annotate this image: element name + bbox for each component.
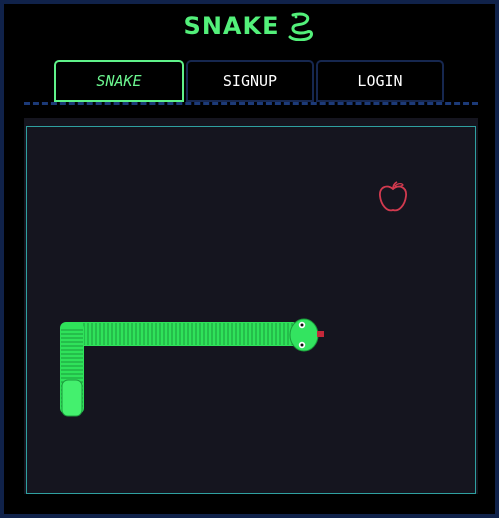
left-gutter	[12, 118, 18, 498]
tab-label: SNAKE	[96, 72, 142, 90]
apple-icon	[379, 181, 407, 212]
snake-body-vertical	[60, 322, 84, 417]
tab-snake[interactable]: SNAKE	[54, 60, 184, 102]
tab-bar: SNAKE SIGNUP LOGIN	[54, 60, 444, 102]
snake-tongue	[317, 331, 324, 337]
header: SNAKE	[0, 8, 499, 44]
app-title: SNAKE	[183, 12, 280, 40]
snake-body-horizontal	[72, 322, 296, 346]
snake	[60, 318, 324, 417]
snake-icon	[288, 12, 314, 41]
tab-login[interactable]: LOGIN	[316, 60, 444, 102]
tab-label: LOGIN	[357, 72, 403, 90]
tab-signup[interactable]: SIGNUP	[186, 60, 314, 102]
tab-label: SIGNUP	[222, 72, 278, 90]
tab-divider	[24, 102, 478, 105]
game-canvas	[60, 181, 407, 417]
snake-head	[289, 318, 324, 352]
game-board[interactable]	[24, 118, 478, 494]
